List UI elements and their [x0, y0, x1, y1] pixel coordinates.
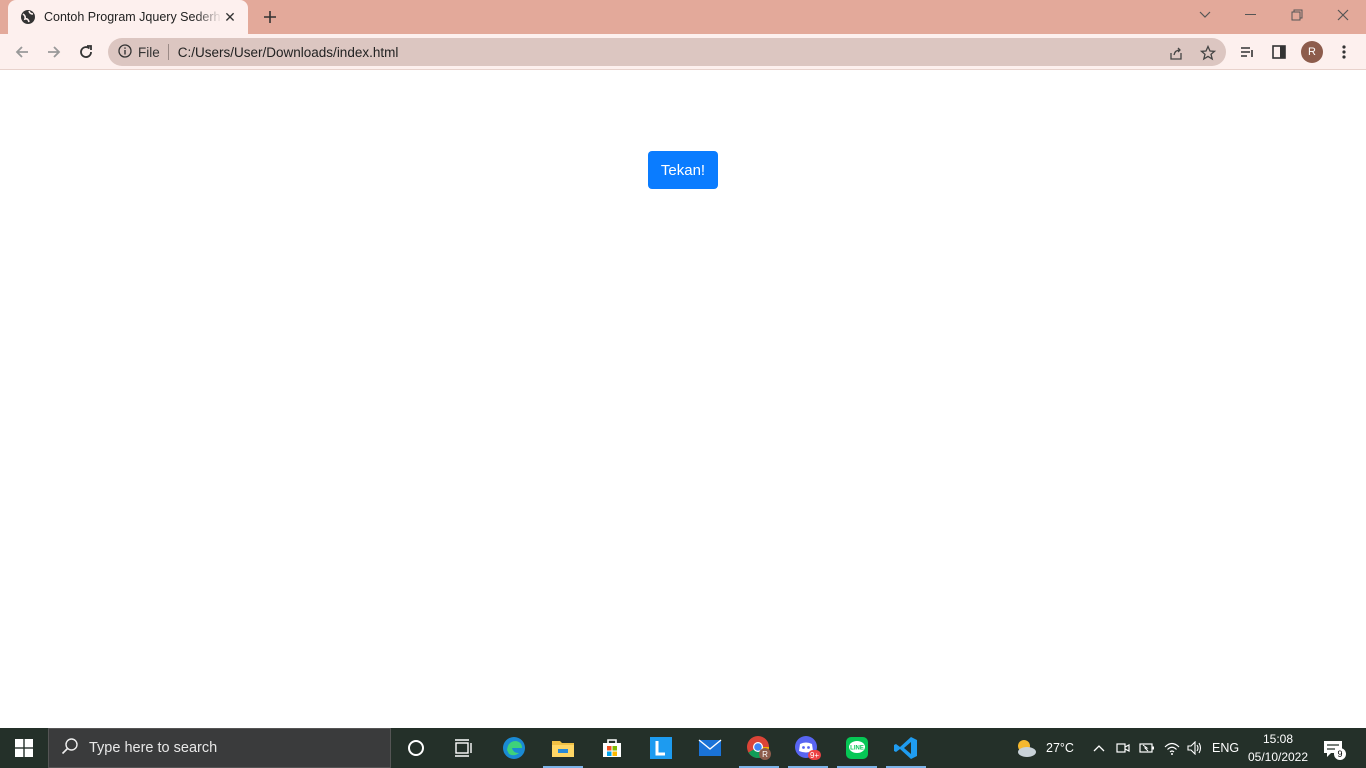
input-language[interactable]: ENG [1212, 741, 1239, 755]
start-button[interactable] [0, 728, 48, 768]
edge-browser-icon[interactable] [490, 728, 538, 768]
restore-button[interactable] [1274, 0, 1320, 30]
close-tab-icon[interactable]: ✕ [222, 9, 238, 25]
taskbar-search-box[interactable]: Type here to search [48, 728, 391, 768]
address-bar[interactable]: File C:/Users/User/Downloads/index.html [108, 38, 1226, 66]
reading-list-icon[interactable] [1233, 38, 1261, 66]
tab-search-icon[interactable] [1182, 0, 1228, 30]
chrome-icon[interactable]: R [735, 728, 783, 768]
weather-icon[interactable] [1014, 738, 1038, 758]
battery-icon[interactable] [1138, 738, 1156, 758]
svg-text:R: R [762, 750, 768, 759]
close-window-button[interactable] [1320, 0, 1366, 30]
browser-toolbar: File C:/Users/User/Downloads/index.html [0, 34, 1366, 70]
new-tab-button[interactable] [258, 5, 282, 29]
site-label: File [138, 44, 160, 60]
globe-icon [20, 9, 36, 25]
task-view-icon[interactable] [440, 728, 488, 768]
discord-icon[interactable]: 9+ [784, 728, 832, 768]
site-info-button[interactable]: File [118, 43, 169, 61]
back-button[interactable] [8, 38, 36, 66]
notification-count-badge: 9 [1334, 748, 1346, 760]
microsoft-store-icon[interactable] [588, 728, 636, 768]
show-hidden-icons-chevron-icon[interactable] [1090, 738, 1108, 758]
line-app-icon[interactable]: LINE [833, 728, 881, 768]
notification-center-icon[interactable]: 9 [1322, 738, 1346, 760]
minimize-button[interactable] [1228, 0, 1274, 30]
menu-kebab-icon[interactable] [1330, 38, 1358, 66]
search-placeholder: Type here to search [89, 740, 218, 756]
url-text[interactable]: C:/Users/User/Downloads/index.html [178, 45, 399, 60]
wifi-icon[interactable] [1163, 738, 1181, 758]
profile-avatar[interactable]: R [1301, 41, 1323, 63]
l-app-icon[interactable] [637, 728, 685, 768]
tab-title: Contoh Program Jquery Sederhana [44, 10, 222, 24]
weather-temperature[interactable]: 27°C [1046, 741, 1074, 755]
mail-icon[interactable] [686, 728, 734, 768]
windows-taskbar: Type here to search R 9+ LINE 27°C ENG 1… [0, 728, 1366, 768]
svg-text:LINE: LINE [850, 746, 864, 752]
vscode-icon[interactable] [882, 728, 930, 768]
browser-tab[interactable]: Contoh Program Jquery Sederhana ✕ [8, 0, 248, 34]
reload-button[interactable] [72, 38, 100, 66]
share-icon[interactable] [1167, 44, 1185, 62]
discord-badge: 9+ [810, 751, 819, 760]
side-panel-icon[interactable] [1265, 38, 1293, 66]
search-icon [61, 737, 79, 760]
meet-now-icon[interactable] [1114, 738, 1132, 758]
volume-icon[interactable] [1186, 738, 1204, 758]
file-explorer-icon[interactable] [539, 728, 587, 768]
clock-date: 05/10/2022 [1247, 750, 1309, 764]
page-content: Tekan! [0, 71, 1366, 728]
tab-strip: Contoh Program Jquery Sederhana ✕ [0, 0, 1366, 34]
info-icon [118, 43, 132, 61]
system-clock[interactable]: 15:08 05/10/2022 [1244, 730, 1312, 766]
clock-time: 15:08 [1262, 732, 1294, 746]
forward-button[interactable] [40, 38, 68, 66]
cortana-icon[interactable] [392, 728, 440, 768]
bookmark-star-icon[interactable] [1199, 44, 1217, 62]
tekan-button[interactable]: Tekan! [648, 151, 718, 189]
